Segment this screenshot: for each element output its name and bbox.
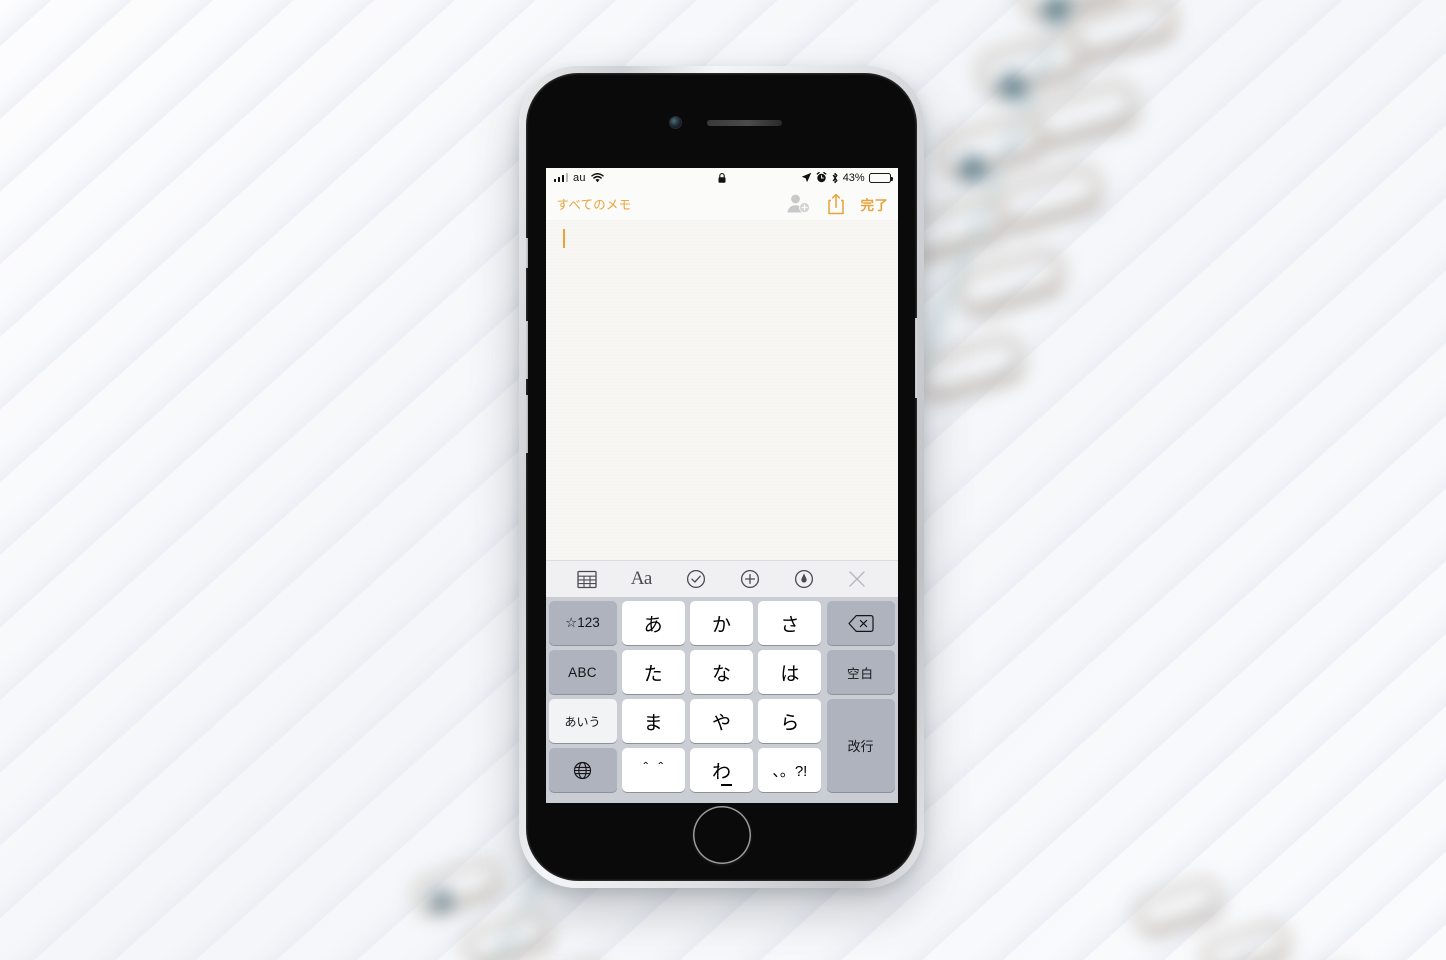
volume-down-button[interactable] bbox=[526, 395, 528, 453]
wifi-icon bbox=[590, 172, 604, 183]
location-arrow-icon bbox=[801, 172, 812, 183]
navigation-bar: すべてのメモ 完了 bbox=[545, 187, 898, 220]
keyboard-right-column: 空白 改行 bbox=[826, 601, 895, 792]
earpiece-speaker bbox=[706, 120, 782, 126]
key-ta-row[interactable]: た bbox=[621, 650, 685, 694]
key-ha-row[interactable]: は bbox=[758, 650, 822, 694]
alarm-clock-icon bbox=[816, 172, 827, 183]
front-camera-icon bbox=[669, 117, 681, 128]
power-button[interactable] bbox=[915, 318, 917, 398]
markup-pen-icon[interactable] bbox=[794, 569, 814, 589]
nav-actions-group: 完了 bbox=[785, 193, 889, 215]
device-bezel: au 43% すべてのメモ 完了 Aa ☆123 ABC あいう あ か さ た… bbox=[526, 73, 917, 881]
note-text-area[interactable] bbox=[546, 220, 898, 560]
key-na-row[interactable]: な bbox=[689, 650, 754, 694]
key-wa-underscore bbox=[721, 784, 733, 786]
battery-icon bbox=[868, 172, 893, 183]
text-cursor bbox=[562, 229, 565, 248]
key-wa-row[interactable]: わ bbox=[689, 748, 754, 792]
spiral-binding-decoration-3 bbox=[1120, 871, 1420, 960]
key-ma-row[interactable]: ま bbox=[621, 699, 685, 743]
close-icon[interactable] bbox=[848, 570, 866, 588]
done-button[interactable]: 完了 bbox=[861, 194, 889, 214]
cellular-signal-icon bbox=[553, 173, 568, 182]
keyboard-center-columns: あ か さ た な は ま や ら ＾＾ わ 、。?! bbox=[621, 601, 822, 792]
keyboard-row-2: た な は bbox=[621, 650, 822, 694]
keyboard-row-3: ま や ら bbox=[621, 699, 822, 743]
table-icon[interactable] bbox=[576, 570, 597, 589]
text-format-icon[interactable]: Aa bbox=[631, 568, 653, 590]
spiral-binding-decoration bbox=[828, 0, 1265, 588]
key-return[interactable]: 改行 bbox=[826, 699, 895, 792]
key-abc-mode[interactable]: ABC bbox=[548, 650, 617, 694]
share-icon[interactable] bbox=[827, 193, 845, 215]
key-symbols-numbers[interactable]: ☆123 bbox=[548, 601, 617, 645]
add-person-icon[interactable] bbox=[785, 193, 811, 214]
status-bar-left: au bbox=[553, 171, 604, 184]
carrier-label: au bbox=[573, 171, 586, 184]
battery-percentage: 43% bbox=[842, 171, 865, 184]
key-kana-mode[interactable]: あいう bbox=[548, 699, 617, 743]
status-bar: au 43% bbox=[545, 168, 898, 187]
key-punctuation[interactable]: 、。?! bbox=[758, 748, 822, 792]
silent-switch[interactable] bbox=[526, 238, 528, 268]
phone-screen: au 43% すべてのメモ 完了 Aa ☆123 ABC あいう あ か さ た… bbox=[545, 168, 898, 803]
key-wa-label: わ bbox=[711, 761, 731, 783]
key-backspace[interactable] bbox=[826, 601, 895, 645]
key-a-row[interactable]: あ bbox=[621, 601, 685, 645]
key-space[interactable]: 空白 bbox=[826, 650, 895, 694]
key-ra-row[interactable]: ら bbox=[758, 699, 822, 743]
key-ya-row[interactable]: や bbox=[689, 699, 754, 743]
bluetooth-icon bbox=[831, 172, 839, 184]
add-attachment-icon[interactable] bbox=[740, 569, 760, 589]
keyboard-row-4: ＾＾ わ 、。?! bbox=[621, 748, 822, 792]
globe-icon[interactable] bbox=[548, 748, 617, 792]
back-to-all-notes-button[interactable]: すべてのメモ bbox=[557, 194, 632, 213]
keyboard-row-1: あ か さ bbox=[621, 601, 822, 645]
key-ka-row[interactable]: か bbox=[689, 601, 754, 645]
keyboard-left-column: ☆123 ABC あいう bbox=[548, 601, 617, 792]
key-emoticon[interactable]: ＾＾ bbox=[621, 748, 685, 792]
status-bar-right: 43% bbox=[801, 171, 893, 184]
home-button[interactable] bbox=[692, 806, 751, 864]
checklist-icon[interactable] bbox=[686, 569, 706, 589]
key-sa-row[interactable]: さ bbox=[758, 601, 822, 645]
rotation-lock-icon bbox=[717, 172, 726, 183]
japanese-kana-keyboard: ☆123 ABC あいう あ か さ た な は ま や ら ＾＾ わ 、。?!… bbox=[545, 597, 898, 803]
status-bar-center bbox=[717, 172, 726, 183]
volume-up-button[interactable] bbox=[526, 321, 528, 379]
iphone-device: au 43% すべてのメモ 完了 Aa ☆123 ABC あいう あ か さ た… bbox=[519, 66, 924, 888]
notes-format-toolbar: Aa bbox=[545, 560, 898, 597]
